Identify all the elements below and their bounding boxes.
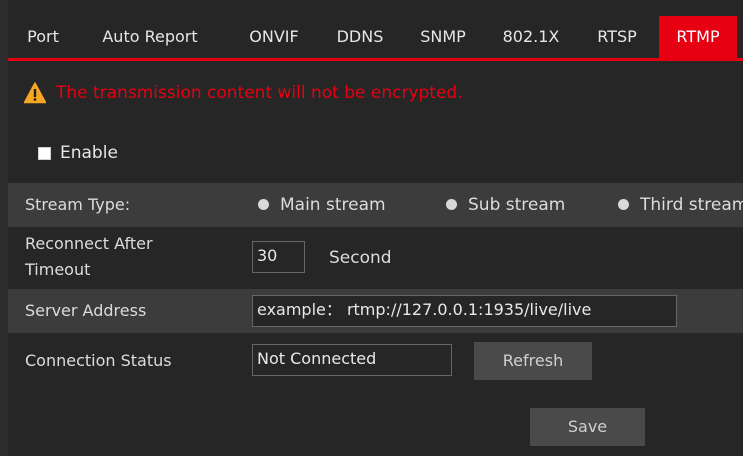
tab-auto-report[interactable]: Auto Report: [80, 16, 220, 58]
reconnect-unit-label: Second: [329, 248, 392, 268]
radio-third-stream-label: Third stream: [640, 195, 743, 215]
reconnect-row: Reconnect After Timeout 30 Second: [8, 227, 743, 289]
tab-ddns[interactable]: DDNS: [326, 16, 394, 58]
radio-main-stream-dot[interactable]: [258, 199, 269, 210]
connection-status-field: Not Connected: [252, 344, 452, 376]
enable-checkbox[interactable]: [38, 147, 51, 160]
server-address-input[interactable]: example： rtmp://127.0.0.1:1935/live/live: [252, 295, 677, 327]
tab-802-1x[interactable]: 802.1X: [492, 16, 570, 58]
radio-third-stream-dot[interactable]: [618, 199, 629, 210]
tab-snmp[interactable]: SNMP: [408, 16, 478, 58]
radio-sub-stream-label: Sub stream: [468, 195, 566, 215]
tab-port[interactable]: Port: [8, 16, 78, 58]
connection-status-row: Connection Status Not Connected Refresh: [8, 333, 743, 389]
enable-label: Enable: [60, 143, 118, 163]
network-tab-bar: Port Auto Report ONVIF DDNS SNMP 802.1X …: [8, 16, 743, 58]
tab-rtsp[interactable]: RTSP: [582, 16, 652, 58]
warning-triangle-icon: [23, 82, 47, 104]
refresh-button[interactable]: Refresh: [474, 342, 592, 380]
reconnect-label-line1: Reconnect After: [25, 234, 153, 253]
tab-underline: [8, 58, 743, 61]
warning-text: The transmission content will not be enc…: [56, 83, 463, 103]
stream-type-label: Stream Type:: [25, 195, 131, 214]
connection-status-label: Connection Status: [25, 351, 172, 370]
reconnect-timeout-input[interactable]: 30: [252, 241, 305, 273]
rtmp-settings-panel: Port Auto Report ONVIF DDNS SNMP 802.1X …: [8, 0, 743, 456]
save-button[interactable]: Save: [530, 408, 645, 446]
radio-main-stream-label: Main stream: [280, 195, 386, 215]
reconnect-label-line2: Timeout: [25, 260, 91, 279]
tab-onvif[interactable]: ONVIF: [235, 16, 313, 58]
server-address-label: Server Address: [25, 301, 147, 320]
radio-sub-stream-dot[interactable]: [446, 199, 457, 210]
tab-rtmp[interactable]: RTMP: [659, 16, 737, 58]
server-address-row: Server Address example： rtmp://127.0.0.1…: [8, 289, 743, 333]
stream-type-row: Stream Type: Main stream Sub stream Thir…: [8, 183, 743, 227]
